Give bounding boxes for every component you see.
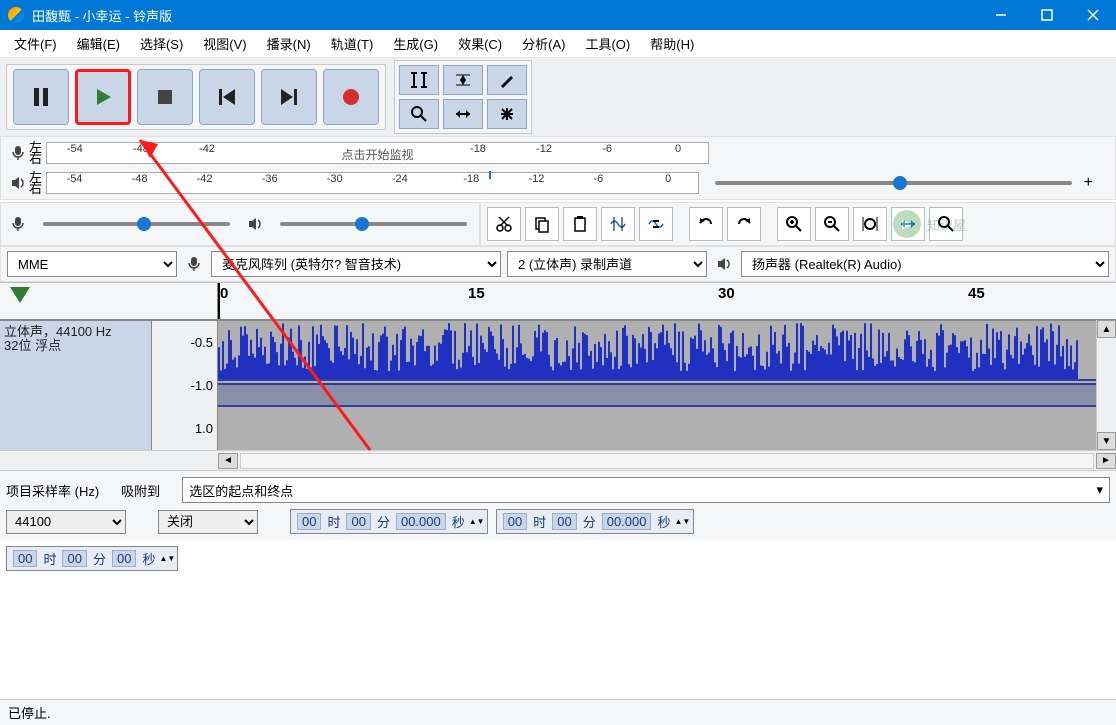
status-text: 已停止. — [8, 703, 51, 722]
menu-effect[interactable]: 效果(C) — [452, 32, 508, 55]
lr-label: 左右 — [29, 172, 42, 194]
watermark-icon: ▶ — [893, 210, 921, 238]
mic-icon — [7, 213, 29, 235]
record-scale[interactable]: 点击开始监视 -54 -48 -42 -18 -12 -6 0 — [46, 142, 709, 164]
menu-file[interactable]: 文件(F) — [8, 32, 63, 55]
silence-button[interactable] — [639, 207, 673, 241]
menu-analyze[interactable]: 分析(A) — [516, 32, 571, 55]
draw-tool[interactable] — [487, 65, 527, 95]
transport-toolbar — [0, 58, 1116, 136]
zoom-out-button[interactable] — [815, 207, 849, 241]
skip-start-button[interactable] — [199, 69, 255, 125]
scroll-right[interactable]: ► — [1096, 453, 1116, 469]
audio-position-time[interactable]: 00时 00分 00秒 ▲▼ — [6, 546, 178, 571]
record-button[interactable] — [323, 69, 379, 125]
menu-help[interactable]: 帮助(H) — [644, 32, 700, 55]
menubar: 文件(F) 编辑(E) 选择(S) 视图(V) 播录(N) 轨道(T) 生成(G… — [0, 30, 1116, 58]
playback-speed-slider[interactable] — [715, 181, 1072, 185]
transport-group — [6, 64, 386, 130]
menu-generate[interactable]: 生成(G) — [387, 32, 444, 55]
play-button[interactable] — [75, 69, 131, 125]
track-format: 立体声，44100 Hz — [4, 325, 147, 339]
undo-button[interactable] — [689, 207, 723, 241]
fit-selection-button[interactable] — [853, 207, 887, 241]
copy-button[interactable] — [525, 207, 559, 241]
window-title: 田馥甄 - 小幸运 - 铃声版 — [32, 6, 978, 25]
waveform[interactable] — [218, 321, 1096, 450]
stop-button[interactable] — [137, 69, 193, 125]
edit-toolbar — [480, 202, 1116, 246]
watermark: ▶ 知识屋 — [893, 210, 966, 238]
vertical-scrollbar[interactable]: ▲ ▼ — [1096, 320, 1116, 450]
play-scale[interactable]: -54 -48 -42 -36 -30 -24 -18 -12 -6 0 — [46, 172, 699, 194]
skip-end-button[interactable] — [261, 69, 317, 125]
timeline-ruler: 0 15 30 45 — [0, 282, 1116, 320]
menu-select[interactable]: 选择(S) — [134, 32, 189, 55]
monitor-hint[interactable]: 点击开始监视 — [341, 146, 413, 163]
envelope-tool[interactable] — [443, 65, 483, 95]
menu-edit[interactable]: 编辑(E) — [71, 32, 126, 55]
zoom-in-button[interactable] — [777, 207, 811, 241]
project-rate-label: 项目采样率 (Hz) — [6, 481, 99, 500]
ruler-head — [0, 283, 218, 319]
ruler-scale[interactable]: 0 15 30 45 — [218, 283, 1116, 319]
tools-group — [394, 60, 532, 134]
track: 立体声，44100 Hz 32位 浮点 -0.5 -1.0 1.0 — [0, 320, 1096, 450]
record-volume-slider[interactable] — [43, 222, 230, 226]
selection-start-time[interactable]: 00时 00分 00.000秒 ▲▼ — [290, 509, 488, 534]
horizontal-scrollbar[interactable]: ◄ ► — [0, 450, 1116, 470]
maximize-button[interactable] — [1024, 0, 1070, 30]
trim-button[interactable] — [601, 207, 635, 241]
menu-view[interactable]: 视图(V) — [197, 32, 252, 55]
app-logo — [8, 7, 24, 23]
scroll-left[interactable]: ◄ — [218, 453, 238, 469]
selection-end-time[interactable]: 00时 00分 00.000秒 ▲▼ — [496, 509, 694, 534]
track-control-panel[interactable]: 立体声，44100 Hz 32位 浮点 — [0, 321, 152, 450]
speaker-icon — [713, 253, 735, 275]
selection-format-select[interactable]: 选区的起点和终点▾ — [182, 477, 1110, 503]
menu-transport[interactable]: 播录(N) — [261, 32, 317, 55]
minimize-button[interactable] — [978, 0, 1024, 30]
paste-button[interactable] — [563, 207, 597, 241]
scroll-up[interactable]: ▲ — [1097, 320, 1116, 338]
redo-button[interactable] — [727, 207, 761, 241]
track-bitdepth: 32位 浮点 — [4, 339, 147, 353]
mic-icon — [183, 253, 205, 275]
playback-device-select[interactable]: 扬声器 (Realtek(R) Audio) — [741, 251, 1109, 277]
snap-label: 吸附到 — [121, 481, 160, 500]
snap-select[interactable]: 关闭 — [158, 510, 258, 534]
pause-button[interactable] — [13, 69, 69, 125]
titlebar: 田馥甄 - 小幸运 - 铃声版 — [0, 0, 1116, 30]
lr-label: 左右 — [29, 142, 42, 164]
selection-toolbar: 项目采样率 (Hz) 吸附到 选区的起点和终点▾ — [0, 470, 1116, 509]
record-channels-select[interactable]: 2 (立体声) 录制声道 — [507, 251, 707, 277]
selection-tool[interactable] — [399, 65, 439, 95]
scroll-down[interactable]: ▼ — [1097, 432, 1116, 450]
speaker-icon — [7, 172, 29, 194]
selection-values: 44100 关闭 00时 00分 00.000秒 ▲▼ 00时 00分 00.0… — [0, 509, 1116, 540]
volume-sliders — [0, 202, 480, 246]
playback-meter[interactable]: 左右 -54 -48 -42 -36 -30 -24 -18 -12 -6 0 … — [7, 169, 1109, 197]
menu-tracks[interactable]: 轨道(T) — [325, 32, 380, 55]
track-amplitude-scale: -0.5 -1.0 1.0 — [152, 321, 218, 450]
statusbar: 已停止. — [0, 699, 1116, 725]
zoom-tool[interactable] — [399, 99, 439, 129]
close-button[interactable] — [1070, 0, 1116, 30]
audio-host-select[interactable]: MME — [7, 251, 177, 277]
menu-tools[interactable]: 工具(O) — [579, 32, 636, 55]
multi-tool[interactable] — [487, 99, 527, 129]
mic-icon — [7, 142, 29, 164]
device-toolbar: MME 麦克风阵列 (英特尔? 智音技术) 2 (立体声) 录制声道 扬声器 (… — [0, 246, 1116, 282]
record-meter[interactable]: 左右 点击开始监视 -54 -48 -42 -18 -12 -6 0 — [7, 139, 1109, 167]
scroll-track[interactable] — [240, 453, 1094, 469]
speaker-icon — [244, 213, 266, 235]
pin-icon[interactable] — [10, 287, 30, 303]
cut-button[interactable] — [487, 207, 521, 241]
timeshift-tool[interactable] — [443, 99, 483, 129]
meters: 左右 点击开始监视 -54 -48 -42 -18 -12 -6 0 左右 -5… — [0, 136, 1116, 200]
playback-volume-slider[interactable] — [280, 222, 467, 226]
project-rate-select[interactable]: 44100 — [6, 510, 126, 534]
record-device-select[interactable]: 麦克风阵列 (英特尔? 智音技术) — [211, 251, 501, 277]
